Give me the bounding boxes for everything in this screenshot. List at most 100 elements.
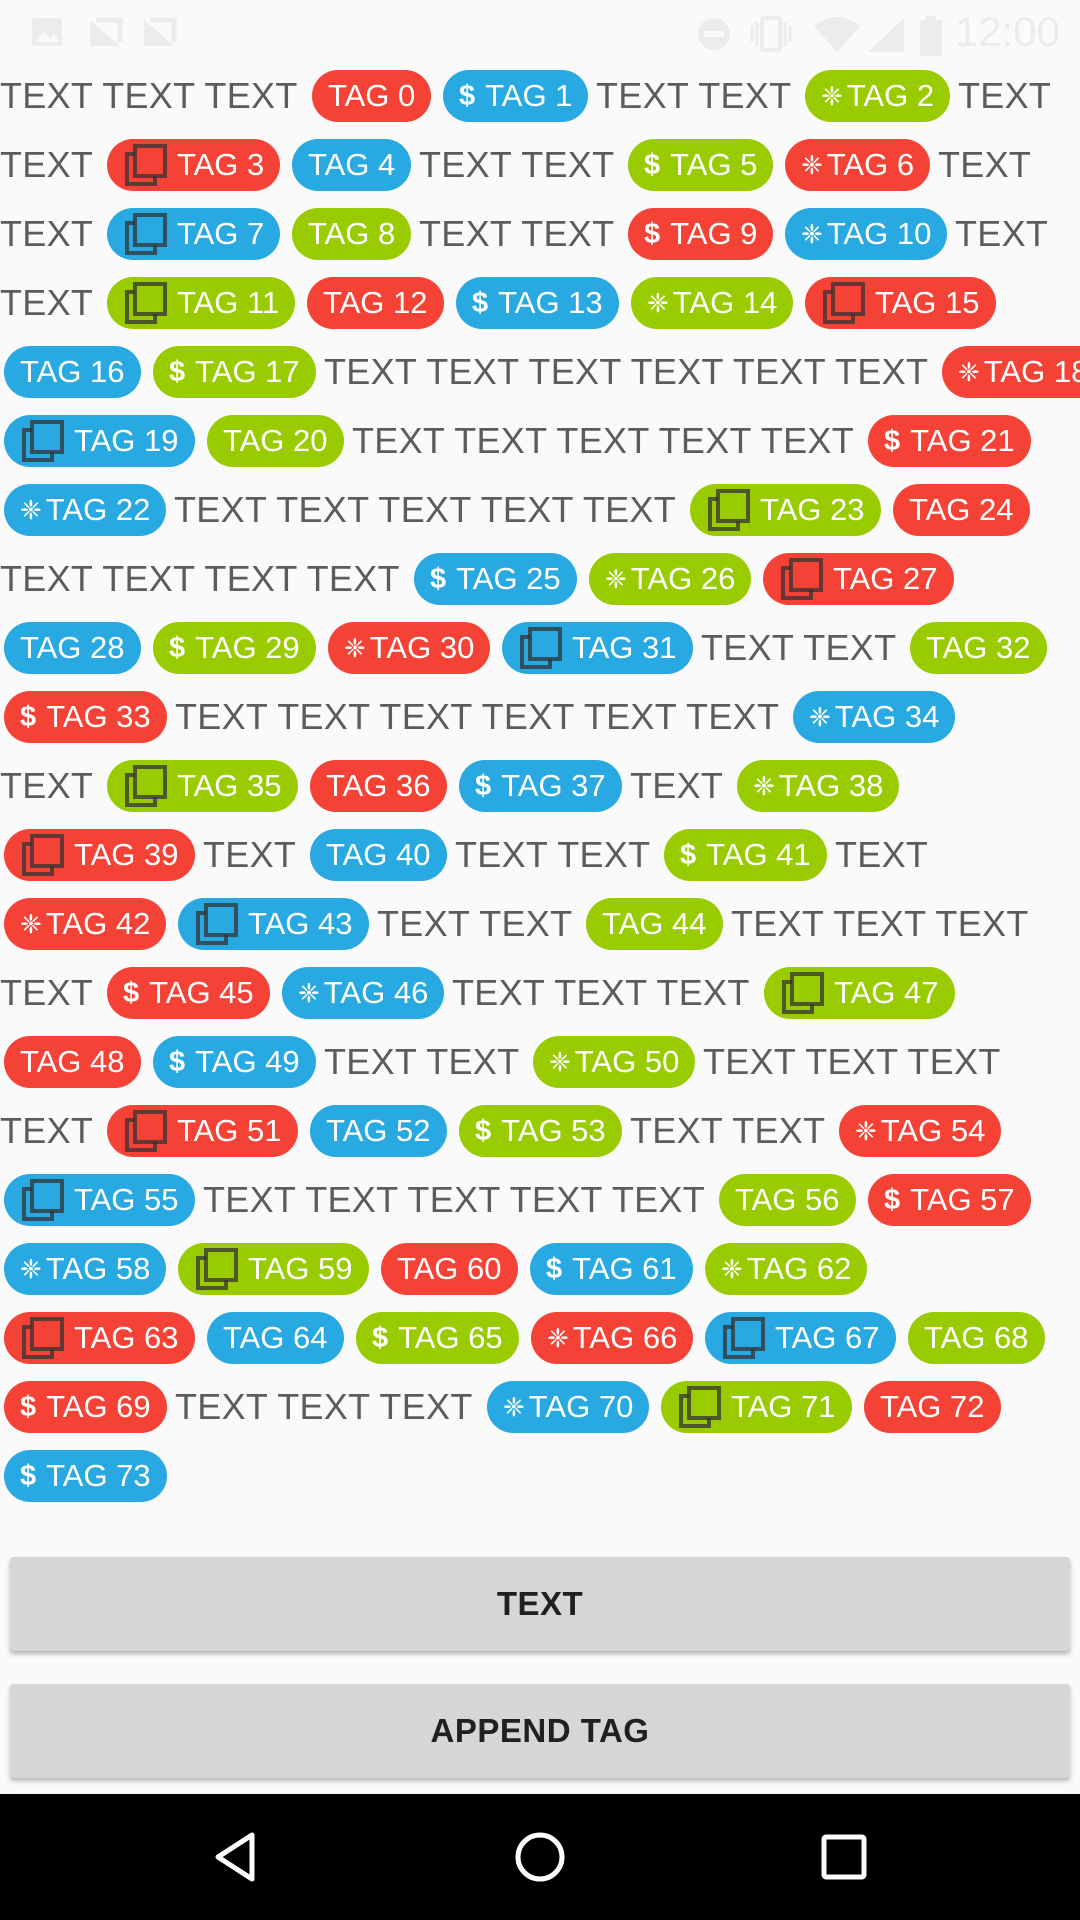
tag-chip[interactable]: $ TAG 1 bbox=[443, 70, 589, 122]
dollar-icon: $ bbox=[459, 79, 476, 112]
tag-chip[interactable]: ❈ TAG 70 bbox=[487, 1381, 650, 1433]
tag-chip[interactable]: ❈ TAG 66 bbox=[531, 1312, 694, 1364]
tag-chip[interactable]: $ TAG 61 bbox=[530, 1243, 693, 1295]
tag-chip[interactable]: ❈ TAG 6 bbox=[785, 139, 931, 191]
tag-chip[interactable]: TAG 39 bbox=[4, 829, 195, 881]
tag-chip[interactable]: ❈ TAG 14 bbox=[631, 277, 794, 329]
tag-chip[interactable]: TAG 7 bbox=[107, 208, 281, 260]
tag-chip[interactable]: ❈ TAG 54 bbox=[839, 1105, 1002, 1157]
tag-chip[interactable]: $ TAG 29 bbox=[153, 622, 316, 674]
tag-chip[interactable]: TAG 8 bbox=[292, 208, 412, 260]
append-tag-button[interactable]: APPEND TAG bbox=[10, 1684, 1070, 1778]
tag-chip[interactable]: TAG 35 bbox=[107, 760, 298, 812]
tag-chip[interactable]: $ TAG 65 bbox=[356, 1312, 519, 1364]
tag-chip[interactable]: TAG 15 bbox=[805, 277, 996, 329]
tag-label: TAG 68 bbox=[924, 1320, 1029, 1355]
tag-chip[interactable]: TAG 40 bbox=[310, 829, 447, 881]
snowflake-icon: ❈ bbox=[647, 287, 669, 318]
tag-chip[interactable]: ❈ TAG 22 bbox=[4, 484, 167, 536]
tag-label: TAG 21 bbox=[910, 423, 1015, 458]
snowflake-icon: ❈ bbox=[753, 770, 775, 801]
tag-chip[interactable]: TAG 31 bbox=[502, 622, 693, 674]
tag-label: TAG 42 bbox=[45, 906, 151, 941]
tag-label: TAG 35 bbox=[177, 768, 282, 803]
tag-chip[interactable]: $ TAG 49 bbox=[153, 1036, 316, 1088]
plain-text: TEXT TEXT TEXT TEXT TEXT bbox=[174, 489, 677, 530]
tag-chip[interactable]: ❈ TAG 34 bbox=[793, 691, 956, 743]
tag-chip[interactable]: ❈ TAG 42 bbox=[4, 898, 167, 950]
snowflake-icon: ❈ bbox=[298, 977, 320, 1008]
tag-chip[interactable]: TAG 48 bbox=[4, 1036, 141, 1088]
tag-chip[interactable]: ❈ TAG 38 bbox=[737, 760, 900, 812]
tag-chip[interactable]: TAG 19 bbox=[4, 415, 195, 467]
tag-chip[interactable]: TAG 0 bbox=[312, 70, 432, 122]
tag-label: TAG 48 bbox=[20, 1044, 125, 1079]
tag-chip[interactable]: ❈ TAG 46 bbox=[282, 967, 445, 1019]
tag-chip[interactable]: TAG 43 bbox=[178, 898, 369, 950]
tag-chip[interactable]: TAG 63 bbox=[4, 1312, 195, 1364]
tag-chip[interactable]: TAG 23 bbox=[690, 484, 881, 536]
battery-icon bbox=[920, 16, 942, 56]
tag-chip[interactable]: TAG 11 bbox=[107, 277, 296, 329]
tag-chip[interactable]: TAG 20 bbox=[207, 415, 344, 467]
tag-chip[interactable]: TAG 4 bbox=[292, 139, 412, 191]
tag-label: TAG 10 bbox=[826, 216, 932, 251]
tag-chip[interactable]: $ TAG 17 bbox=[153, 346, 316, 398]
tag-chip[interactable]: TAG 52 bbox=[310, 1105, 447, 1157]
tag-chip[interactable]: TAG 67 bbox=[705, 1312, 896, 1364]
tag-label: TAG 22 bbox=[45, 492, 151, 527]
tag-chip[interactable]: TAG 64 bbox=[207, 1312, 344, 1364]
tag-chip[interactable]: TAG 32 bbox=[910, 622, 1047, 674]
tag-chip[interactable]: $ TAG 69 bbox=[4, 1381, 167, 1433]
back-button[interactable] bbox=[200, 1821, 272, 1893]
tag-chip[interactable]: TAG 60 bbox=[381, 1243, 518, 1295]
tag-chip[interactable]: TAG 47 bbox=[764, 967, 955, 1019]
tag-chip[interactable]: $ TAG 45 bbox=[107, 967, 270, 1019]
tag-chip[interactable]: $ TAG 37 bbox=[459, 760, 622, 812]
tag-chip[interactable]: $ TAG 13 bbox=[456, 277, 619, 329]
tag-chip[interactable]: TAG 12 bbox=[307, 277, 444, 329]
tag-label: TAG 7 bbox=[177, 216, 265, 251]
tag-chip[interactable]: $ TAG 25 bbox=[414, 553, 577, 605]
tag-chip[interactable]: TAG 3 bbox=[107, 139, 281, 191]
tag-chip[interactable]: TAG 71 bbox=[661, 1381, 852, 1433]
text-button[interactable]: TEXT bbox=[10, 1557, 1070, 1651]
tag-chip[interactable]: TAG 55 bbox=[4, 1174, 195, 1226]
tag-chip[interactable]: $ TAG 21 bbox=[868, 415, 1031, 467]
recents-button[interactable] bbox=[808, 1821, 880, 1893]
tag-chip[interactable]: ❈ TAG 30 bbox=[328, 622, 491, 674]
tag-chip[interactable]: $ TAG 9 bbox=[628, 208, 774, 260]
tag-chip[interactable]: ❈ TAG 18 bbox=[942, 346, 1080, 398]
tag-chip[interactable]: ❈ TAG 26 bbox=[589, 553, 752, 605]
copy-icon bbox=[20, 1177, 66, 1223]
tag-chip[interactable]: TAG 28 bbox=[4, 622, 141, 674]
tag-chip[interactable]: TAG 51 bbox=[107, 1105, 298, 1157]
plain-text: TEXT TEXT TEXT bbox=[175, 1386, 473, 1427]
tag-chip[interactable]: $ TAG 57 bbox=[868, 1174, 1031, 1226]
tag-chip[interactable]: ❈ TAG 10 bbox=[785, 208, 948, 260]
tag-chip[interactable]: TAG 24 bbox=[893, 484, 1030, 536]
tag-chip[interactable]: TAG 56 bbox=[719, 1174, 856, 1226]
tag-chip[interactable]: TAG 27 bbox=[763, 553, 954, 605]
tag-chip[interactable]: ❈ TAG 62 bbox=[705, 1243, 868, 1295]
snowflake-icon: ❈ bbox=[20, 1253, 42, 1284]
tag-chip[interactable]: $ TAG 5 bbox=[628, 139, 774, 191]
tag-label: TAG 19 bbox=[74, 423, 179, 458]
tag-chip[interactable]: TAG 44 bbox=[586, 898, 723, 950]
tag-chip[interactable]: TAG 36 bbox=[310, 760, 447, 812]
tag-chip[interactable]: TAG 59 bbox=[178, 1243, 369, 1295]
plain-text: TEXT TEXT TEXT TEXT bbox=[0, 558, 400, 599]
tag-chip[interactable]: $ TAG 33 bbox=[4, 691, 167, 743]
tag-chip[interactable]: $ TAG 41 bbox=[664, 829, 827, 881]
tag-chip[interactable]: TAG 72 bbox=[864, 1381, 1001, 1433]
tag-chip[interactable]: $ TAG 53 bbox=[459, 1105, 622, 1157]
tag-label: TAG 27 bbox=[833, 561, 938, 596]
tag-chip[interactable]: TAG 68 bbox=[908, 1312, 1045, 1364]
tag-chip[interactable]: ❈ TAG 58 bbox=[4, 1243, 167, 1295]
snowflake-icon: ❈ bbox=[821, 80, 843, 111]
home-button[interactable] bbox=[504, 1821, 576, 1893]
tag-chip[interactable]: ❈ TAG 50 bbox=[533, 1036, 696, 1088]
tag-chip[interactable]: TAG 16 bbox=[4, 346, 141, 398]
tag-chip[interactable]: ❈ TAG 2 bbox=[805, 70, 951, 122]
tag-chip[interactable]: $ TAG 73 bbox=[4, 1450, 167, 1502]
